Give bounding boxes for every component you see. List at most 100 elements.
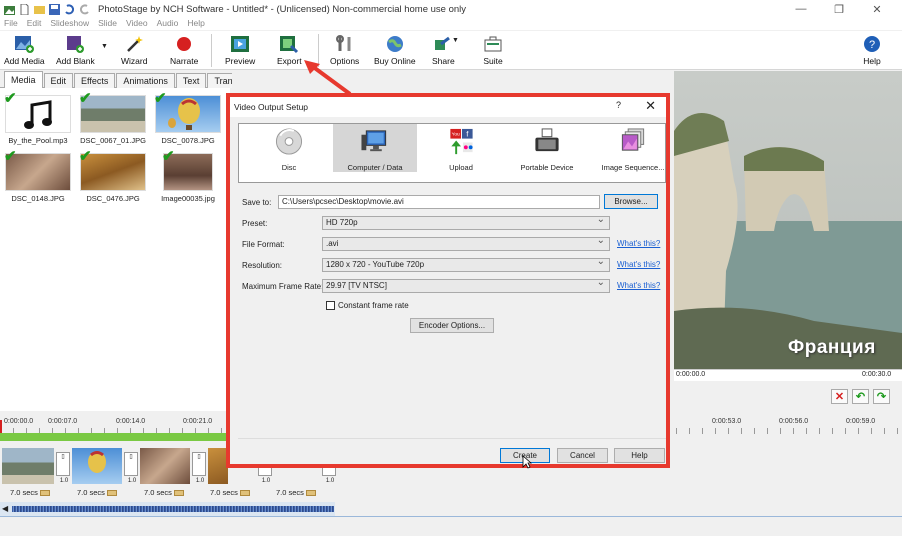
transition-value: 1.0 [261, 478, 271, 484]
timeline-clip[interactable] [2, 448, 54, 484]
tab-animations[interactable]: Animations [116, 73, 175, 88]
media-thumbnail: ✔ [4, 149, 71, 191]
menu-help[interactable]: Help [187, 18, 204, 30]
preset-row: Preset: HD 720p [238, 214, 666, 232]
clip-duration[interactable]: 7.0 secs [77, 488, 117, 497]
output-portable-device[interactable]: Portable Device [505, 124, 589, 172]
computer-icon [361, 130, 387, 152]
clip-duration[interactable]: 7.0 secs [276, 488, 316, 497]
help-button[interactable]: ? Help [862, 34, 882, 66]
minimize-icon[interactable]: — [782, 0, 820, 18]
dialog-titlebar: Video Output Setup ? ✕ [230, 97, 666, 117]
menu-edit[interactable]: Edit [27, 18, 42, 30]
transition-marker[interactable]: ▯1.0 [124, 452, 138, 484]
file-format-whats-this-link[interactable]: What's this? [617, 239, 660, 248]
output-upload[interactable]: You f Upload [419, 124, 503, 172]
undo-icon[interactable] [64, 3, 75, 15]
save-icon[interactable] [49, 3, 60, 15]
timeline-clip[interactable] [72, 448, 122, 484]
help-dialog-button[interactable]: Help [614, 448, 665, 463]
file-format-select[interactable]: .avi [322, 235, 610, 251]
transition-value: 1.0 [325, 478, 335, 484]
checkmark-icon: ✔ [79, 148, 92, 165]
playhead[interactable] [0, 420, 2, 434]
tab-text[interactable]: Text [175, 73, 207, 88]
dialog-close-icon[interactable]: ✕ [645, 98, 656, 114]
rotate-right-icon[interactable]: ↷ [873, 389, 890, 404]
add-blank-dropdown-icon[interactable]: ▼ [101, 43, 108, 50]
preview-button[interactable]: Preview [225, 34, 255, 66]
buy-online-button[interactable]: Buy Online [374, 34, 416, 66]
menu-file[interactable]: File [4, 18, 18, 30]
upload-icon: You f [450, 128, 473, 155]
media-item[interactable]: ✔ By_the_Pool.mp3 [2, 91, 74, 145]
media-item[interactable]: ✔ DSC_0067_01.JPG [77, 91, 149, 145]
panel-tabs: Media Edit Effects Animations Text Trans… [0, 71, 266, 88]
menu-video[interactable]: Video [126, 18, 148, 30]
new-file-icon[interactable] [19, 3, 30, 15]
rotate-left-icon[interactable]: ↶ [852, 389, 869, 404]
resolution-whats-this-link[interactable]: What's this? [617, 260, 660, 269]
cliff-photo [674, 71, 902, 369]
redo-icon[interactable] [79, 3, 90, 15]
red-arrow-annotation [304, 60, 352, 96]
media-item[interactable]: ✔ DSC_0078.JPG [152, 91, 224, 145]
menu-audio[interactable]: Audio [157, 18, 179, 30]
transition-marker[interactable]: ▯1.0 [192, 452, 206, 484]
cancel-button[interactable]: Cancel [557, 448, 608, 463]
share-dropdown-icon[interactable]: ▼ [452, 37, 459, 44]
output-image-sequence[interactable]: Image Sequence... [591, 124, 675, 172]
media-item[interactable]: ✔ Image00035.jpg [152, 149, 224, 203]
duration-handle-icon [39, 489, 50, 496]
constant-frame-rate-checkbox[interactable] [326, 301, 335, 310]
ruler-time: 0:00:14.0 [116, 418, 146, 425]
clip-duration[interactable]: 7.0 secs [144, 488, 184, 497]
suite-button[interactable]: Suite [483, 34, 503, 66]
clip-duration[interactable]: 7.0 secs [10, 488, 50, 497]
browse-button[interactable]: Browse... [604, 194, 658, 209]
dialog-help-icon[interactable]: ? [616, 100, 621, 110]
tab-edit[interactable]: Edit [43, 73, 74, 88]
narrate-button[interactable]: Narrate [170, 34, 198, 66]
media-grid: ✔ By_the_Pool.mp3 ✔ DSC_0067_01.JPG ✔ DS… [0, 88, 230, 408]
maximize-icon[interactable]: ❐ [820, 0, 858, 18]
export-icon [280, 36, 299, 54]
resolution-row: Resolution: 1280 x 720 - YouTube 720p Wh… [238, 256, 666, 274]
add-blank-button[interactable]: Add Blank [56, 34, 95, 66]
add-media-button[interactable]: Add Media [4, 34, 45, 66]
save-to-input[interactable]: C:\Users\pcsec\Desktop\movie.avi [278, 195, 600, 209]
media-item[interactable]: ✔ DSC_0476.JPG [77, 148, 149, 203]
media-item[interactable]: ✔ DSC_0148.JPG [2, 149, 74, 203]
transition-value: 1.0 [59, 478, 69, 484]
resolution-select[interactable]: 1280 x 720 - YouTube 720p [322, 256, 610, 272]
preset-select[interactable]: HD 720p [322, 214, 610, 230]
timeline-clip[interactable] [208, 448, 228, 484]
menu-slide[interactable]: Slide [98, 18, 117, 30]
output-computer-data[interactable]: Computer / Data [333, 124, 417, 172]
timeline-clip[interactable] [140, 448, 190, 484]
close-window-icon[interactable]: ✕ [858, 0, 896, 18]
preview-time-scale: 0:00:00.0 0:00:30.0 [674, 369, 902, 381]
output-disc-label: Disc [281, 163, 297, 172]
suite-label: Suite [483, 56, 503, 66]
export-button[interactable]: Export [277, 34, 302, 66]
open-folder-icon[interactable] [34, 4, 45, 15]
app-logo-icon [4, 5, 15, 15]
frame-rate-select[interactable]: 29.97 [TV NTSC] [322, 277, 610, 293]
frame-rate-whats-this-link[interactable]: What's this? [617, 281, 660, 290]
disc-icon [275, 128, 303, 155]
clip-duration[interactable]: 7.0 secs [210, 488, 250, 497]
encoder-options-button[interactable]: Encoder Options... [410, 318, 494, 333]
transition-marker[interactable]: ▯1.0 [56, 452, 70, 484]
tab-media[interactable]: Media [4, 71, 43, 88]
output-disc[interactable]: Disc [247, 124, 331, 172]
media-filename: By_the_Pool.mp3 [8, 136, 68, 145]
wizard-button[interactable]: Wizard [121, 34, 147, 66]
audio-track[interactable]: ◀ [0, 502, 335, 516]
duration-label: 7.0 secs [77, 488, 105, 497]
audio-waveform [12, 506, 334, 512]
menu-slideshow[interactable]: Slideshow [50, 18, 89, 30]
tab-effects[interactable]: Effects [74, 73, 116, 88]
help-question-icon: ? [864, 36, 880, 52]
delete-icon[interactable]: ✕ [831, 389, 848, 404]
